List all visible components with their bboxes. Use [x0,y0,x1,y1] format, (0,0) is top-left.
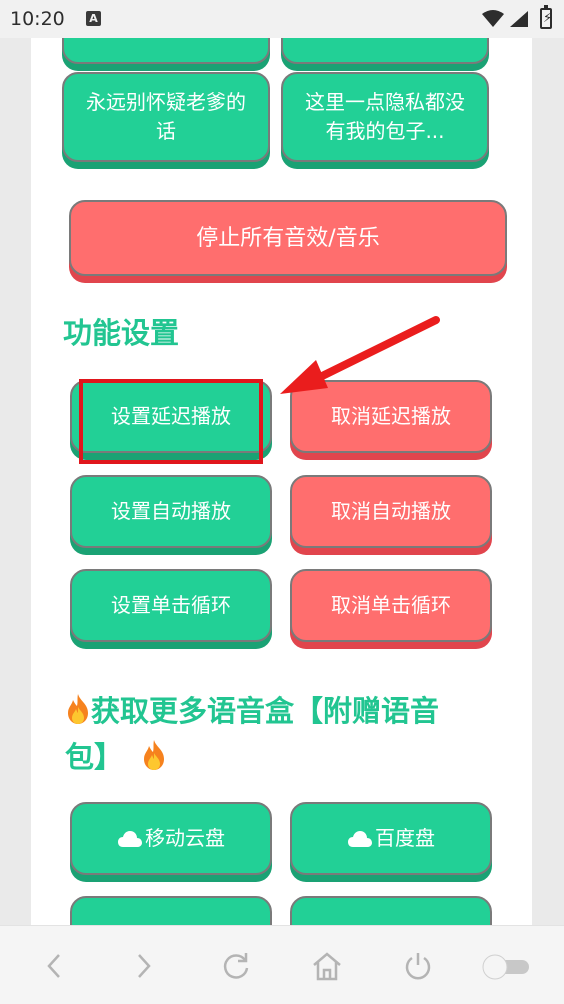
red-arrow-annotation [280,316,440,394]
browser-nav-bar [0,925,564,1004]
notification-icon: A [86,11,101,26]
home-icon [313,952,341,981]
cloud-icon [348,831,372,847]
set-click-loop-button[interactable]: 设置单击循环 [70,569,272,642]
back-button[interactable] [34,946,74,986]
mobile-cloud-label: 移动云盘 [145,826,225,850]
voice-button-label: 永远别怀疑老爹的 [86,90,246,114]
cancel-click-loop-button[interactable]: 取消单击循环 [290,569,492,642]
status-bar: 10:20 A ⚡ [0,0,564,38]
settings-title: 功能设置 [63,316,180,350]
home-button[interactable] [307,946,347,986]
baidu-pan-label: 百度盘 [375,826,435,850]
more-title-line2: 包】 [65,740,124,774]
toggle-switch[interactable] [478,946,534,986]
more-voicebox-title: 获取更多语音盒【附赠语音包】 [65,688,505,780]
forward-button[interactable] [124,946,164,986]
status-time: 10:20 [10,8,65,30]
page-margin-left [0,38,31,925]
wifi-icon [482,10,504,27]
voice-button-label: 这里一点隐私都没 [305,90,465,114]
more-title-line1: 获取更多语音盒【附赠语音 [91,694,440,728]
set-auto-play-button[interactable]: 设置自动播放 [70,475,272,548]
fire-icon [68,694,88,724]
stop-all-label: 停止所有音效/音乐 [196,225,380,251]
voice-button-no-privacy[interactable]: 这里一点隐私都没 有我的包子... [281,72,489,162]
battery-icon: ⚡ [540,5,552,29]
page-margin-right [532,38,564,925]
highlight-box [79,379,263,464]
forward-icon [138,954,151,978]
fire-icon [144,740,165,770]
refresh-icon [223,953,249,979]
toggle-icon [482,954,529,980]
link-button[interactable] [290,896,492,925]
link-button[interactable] [70,896,272,925]
cloud-icon [118,831,142,847]
voice-button[interactable] [62,38,270,64]
voice-button-trust-dad[interactable]: 永远别怀疑老爹的话 [62,72,270,162]
mobile-cloud-button[interactable]: 移动云盘 [70,802,272,875]
power-button[interactable] [398,946,438,986]
page-content[interactable]: 永远别怀疑老爹的话 这里一点隐私都没 有我的包子... 停止所有音效/音乐 功能设… [31,38,532,925]
voice-button[interactable] [281,38,489,64]
voice-button-label: 话 [156,119,176,143]
baidu-pan-button[interactable]: 百度盘 [290,802,492,875]
refresh-button[interactable] [216,946,256,986]
stop-all-button[interactable]: 停止所有音效/音乐 [69,200,507,276]
signal-icon [510,11,528,27]
cancel-auto-play-button[interactable]: 取消自动播放 [290,475,492,548]
voice-button-label: 有我的包子... [325,119,445,143]
power-icon [405,953,431,980]
back-icon [47,954,60,978]
